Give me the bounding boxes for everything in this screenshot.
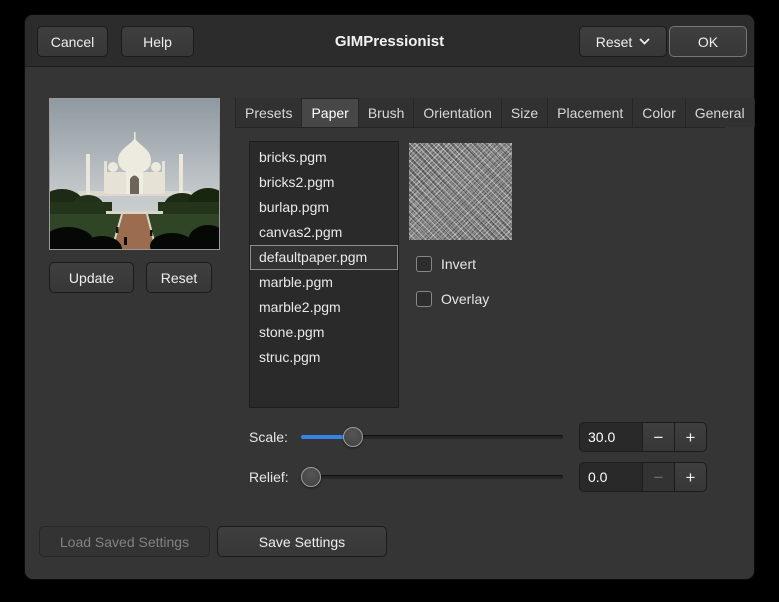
notebook: Presets Paper Brush Orientation Size Pla…	[235, 98, 725, 523]
scale-value-entry[interactable]	[579, 422, 643, 452]
invert-row: Invert	[416, 255, 476, 273]
tab-presets[interactable]: Presets	[235, 98, 302, 127]
chevron-down-icon	[639, 38, 650, 45]
preview-image	[50, 99, 219, 249]
overlay-row: Overlay	[416, 290, 489, 308]
list-item[interactable]: canvas2.pgm	[250, 220, 398, 245]
list-item[interactable]: stone.pgm	[250, 320, 398, 345]
cancel-button[interactable]: Cancel	[37, 26, 108, 57]
update-button[interactable]: Update	[49, 262, 134, 293]
relief-label: Relief:	[249, 469, 301, 485]
relief-slider-track[interactable]	[301, 475, 563, 479]
reset-menu-button[interactable]: Reset	[579, 26, 667, 57]
paper-file-list: bricks.pgm bricks2.pgm burlap.pgm canvas…	[249, 141, 399, 408]
relief-decrement-button[interactable]: −	[643, 462, 675, 492]
preview-reset-button[interactable]: Reset	[146, 262, 212, 293]
scale-slider[interactable]	[301, 422, 563, 452]
list-item[interactable]: bricks2.pgm	[250, 170, 398, 195]
tab-row: Presets Paper Brush Orientation Size Pla…	[235, 98, 725, 128]
headerbar: GIMPressionist Cancel Help Reset OK	[25, 15, 754, 67]
load-saved-settings-button[interactable]: Load Saved Settings	[39, 526, 210, 557]
relief-increment-button[interactable]: +	[675, 462, 707, 492]
paper-texture-preview	[409, 143, 512, 240]
relief-slider-thumb[interactable]	[301, 467, 321, 487]
overlay-checkbox[interactable]	[416, 291, 432, 307]
overlay-label: Overlay	[441, 291, 489, 307]
list-item[interactable]: bricks.pgm	[250, 145, 398, 170]
scale-row: Scale: − +	[249, 422, 707, 452]
relief-row: Relief: − +	[249, 462, 707, 492]
scale-increment-button[interactable]: +	[675, 422, 707, 452]
list-item-selected[interactable]: defaultpaper.pgm	[250, 245, 398, 270]
reset-menu-label: Reset	[596, 34, 633, 50]
relief-slider[interactable]	[301, 462, 563, 492]
ok-button[interactable]: OK	[669, 26, 747, 57]
tab-orientation[interactable]: Orientation	[414, 98, 501, 127]
help-button[interactable]: Help	[121, 26, 194, 57]
tab-brush[interactable]: Brush	[359, 98, 415, 127]
screen: { "header": { "title": "GIMPressionist",…	[0, 0, 779, 602]
tab-color[interactable]: Color	[633, 98, 685, 127]
scale-slider-thumb[interactable]	[343, 427, 363, 447]
save-settings-button[interactable]: Save Settings	[217, 526, 387, 557]
list-item[interactable]: marble2.pgm	[250, 295, 398, 320]
tab-paper[interactable]: Paper	[302, 98, 358, 127]
list-item[interactable]: marble.pgm	[250, 270, 398, 295]
scale-label: Scale:	[249, 429, 301, 445]
list-item[interactable]: burlap.pgm	[250, 195, 398, 220]
tab-general[interactable]: General	[686, 98, 755, 127]
relief-value-entry[interactable]	[579, 462, 643, 492]
tab-placement[interactable]: Placement	[548, 98, 633, 127]
list-item[interactable]: struc.pgm	[250, 345, 398, 370]
preview-frame	[49, 98, 220, 250]
scale-decrement-button[interactable]: −	[643, 422, 675, 452]
tab-size[interactable]: Size	[502, 98, 548, 127]
invert-label: Invert	[441, 256, 476, 272]
invert-checkbox[interactable]	[416, 256, 432, 272]
gimpressionist-dialog: GIMPressionist Cancel Help Reset OK	[24, 14, 755, 580]
